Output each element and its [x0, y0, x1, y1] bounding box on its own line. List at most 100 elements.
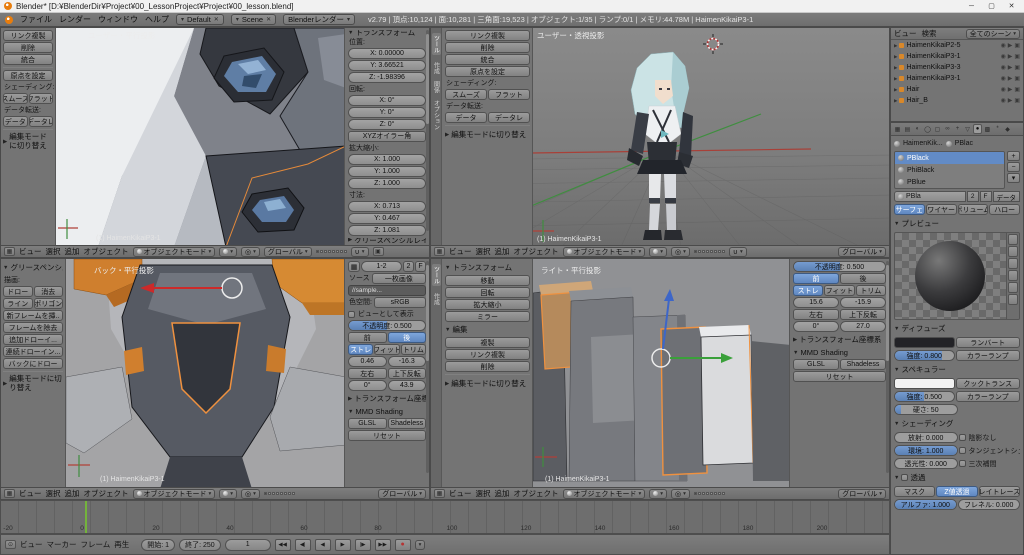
eye-icon[interactable]: ◉: [1000, 64, 1005, 71]
mode-dropdown[interactable]: オブジェクトモード ▾: [132, 246, 216, 257]
snap-dropdown[interactable]: ∪ ▾: [350, 246, 369, 257]
cubic-interpolation-checkbox[interactable]: 三次補間: [958, 458, 1021, 469]
selectable-icon[interactable]: ▶: [1008, 97, 1013, 104]
shade-flat-button[interactable]: フラット: [28, 93, 53, 104]
gp-additive-drawing-button[interactable]: 追加ドローイ...: [3, 334, 63, 345]
grease-pencil-panel-header[interactable]: ▶グリースペンシルレイ...: [348, 238, 426, 244]
shade-flat-button[interactable]: フラット: [488, 89, 530, 100]
shadeless-button[interactable]: Shadeless: [840, 359, 886, 370]
material-slot[interactable]: PBlue: [895, 176, 1004, 188]
image-users-count[interactable]: 2: [403, 261, 414, 272]
selectable-icon[interactable]: ▶: [1008, 86, 1013, 93]
menu-help[interactable]: ヘルプ: [145, 14, 169, 25]
stretch-toggle[interactable]: ストレ: [793, 285, 824, 296]
rotation-field[interactable]: 0°: [348, 380, 387, 391]
mirror-button[interactable]: ミラー: [445, 311, 530, 322]
gp-draw-on-back-button[interactable]: バックにドロー: [3, 358, 63, 369]
fresnel-slider[interactable]: フレネル: 0.000: [957, 499, 1020, 510]
menu-add[interactable]: 追加: [65, 246, 80, 257]
edit-mode-panel[interactable]: ▶ 編集モードに切り替え: [3, 374, 63, 393]
size-field[interactable]: 43.9: [387, 380, 426, 391]
viewport-shading-dropdown[interactable]: ▾: [219, 488, 238, 499]
transform-panel-header[interactable]: ▼ トランスフォーム: [445, 261, 530, 274]
preview-world-button[interactable]: [1008, 294, 1018, 305]
transform-orientations-panel[interactable]: ▶トランスフォーム座標系: [348, 392, 426, 405]
preview-monkey-button[interactable]: [1008, 270, 1018, 281]
jump-to-start-button[interactable]: ◀◀: [274, 538, 291, 551]
edit-panel-header[interactable]: ▼ 編集: [445, 323, 530, 336]
menu-add[interactable]: 追加: [495, 246, 510, 257]
previous-keyframe-button[interactable]: ◀|: [294, 538, 311, 551]
size-field[interactable]: 27.0: [840, 321, 886, 332]
menu-object[interactable]: オブジェクト: [84, 246, 129, 257]
tab-object-data[interactable]: ▽: [963, 124, 972, 134]
diffuse-shader-dropdown[interactable]: ランバート: [955, 337, 1020, 348]
tab-texture[interactable]: ▩: [983, 124, 992, 134]
grease-pencil-panel-header[interactable]: ▼グリースペンシル: [3, 261, 63, 274]
orientation-dropdown[interactable]: グローバル ▾: [378, 488, 426, 499]
shelf-tab-create[interactable]: 作成: [432, 293, 441, 305]
gp-continuous-drawing-button[interactable]: 連続ドローイン...: [3, 346, 63, 357]
tab-object[interactable]: ▢: [933, 124, 942, 134]
dimensions-y-field[interactable]: Y: 0.467: [348, 212, 426, 224]
delete-button[interactable]: 削除: [445, 361, 530, 372]
material-name-field[interactable]: PBla: [894, 191, 966, 202]
display-mode-dropdown[interactable]: 全てのシーン ▾: [965, 28, 1020, 39]
link-mode-dropdown[interactable]: データ: [992, 191, 1020, 202]
pivot-dropdown[interactable]: ◎ ▾: [241, 246, 260, 257]
menu-add[interactable]: 追加: [495, 488, 510, 499]
expand-icon[interactable]: ▶: [894, 87, 897, 93]
dimensions-x-field[interactable]: X: 0.713: [348, 200, 426, 212]
outliner-item[interactable]: ▶ HaimenKikaiP3-3 ◉ ▶ ▣: [891, 62, 1023, 73]
mmd-shading-panel[interactable]: ▼ MMD Shading: [348, 406, 426, 417]
scrollbar[interactable]: [426, 30, 429, 231]
menu-view[interactable]: ビュー: [894, 28, 917, 39]
shelf-tab-tools[interactable]: ツール: [431, 264, 441, 286]
glsl-button[interactable]: GLSL: [793, 359, 839, 370]
shelf-tab-options[interactable]: オプション: [432, 100, 441, 130]
eye-icon[interactable]: ◉: [1000, 86, 1005, 93]
current-frame-field[interactable]: 1: [224, 538, 271, 551]
menu-select[interactable]: 選択: [476, 246, 491, 257]
pivot-dropdown[interactable]: ◎ ▾: [241, 488, 260, 499]
editor-type-icon[interactable]: ▦: [434, 247, 445, 256]
duplicate-button[interactable]: 複製: [445, 337, 530, 348]
preview-flat-button[interactable]: [1008, 234, 1018, 245]
flip-horizontal-toggle[interactable]: 左右: [793, 309, 839, 320]
rotate-button[interactable]: 回転: [445, 287, 530, 298]
mmd-reset-button[interactable]: リセット: [348, 430, 426, 441]
data-layout-transfer-button[interactable]: データレ: [28, 116, 53, 127]
expand-icon[interactable]: ▶: [894, 76, 897, 82]
fit-toggle[interactable]: フィット: [374, 344, 400, 355]
render-visibility-icon[interactable]: ▣: [1014, 86, 1020, 93]
gp-new-frame-button[interactable]: 新フレームを挿..: [3, 310, 63, 321]
edit-mode-panel[interactable]: ▶ 編集モードに切り替え: [445, 377, 530, 390]
tab-world[interactable]: ◯: [923, 124, 932, 134]
viewport-canvas-mech-closeup[interactable]: ユーザー・平行投影 (1) HaimenKikaiP3-1: [56, 28, 346, 247]
gp-remove-frame-button[interactable]: フレームを除去: [3, 322, 63, 333]
screen-layout-selector[interactable]: ▾ Default ✕: [176, 14, 224, 25]
shelf-tab-tools[interactable]: ツール: [431, 33, 441, 55]
outliner-item[interactable]: ▶ HaimenKikaiP3-1 ◉ ▶ ▣: [891, 51, 1023, 62]
fake-user-button[interactable]: F: [979, 191, 992, 202]
scale-button[interactable]: 拡大縮小: [445, 299, 530, 310]
orientation-dropdown[interactable]: グローバル ▾: [838, 488, 886, 499]
pivot-dropdown[interactable]: ◎ ▾: [671, 246, 690, 257]
specular-shader-dropdown[interactable]: クックトランス: [955, 378, 1020, 389]
surface-type-button[interactable]: サーフェ: [894, 204, 925, 215]
diffuse-color-swatch[interactable]: [894, 337, 955, 348]
render-engine-selector[interactable]: Blenderレンダー ▾: [283, 14, 356, 25]
preview-panel-header[interactable]: ▼ プレビュー: [894, 217, 1020, 230]
menu-view[interactable]: ビュー: [19, 488, 42, 499]
expand-icon[interactable]: ▶: [894, 43, 897, 49]
scene-selector[interactable]: ▾ Scene ✕: [230, 14, 277, 25]
render-visibility-icon[interactable]: ▣: [1014, 75, 1020, 82]
blender-menu-icon[interactable]: [5, 15, 13, 24]
crop-toggle[interactable]: トリム: [400, 344, 426, 355]
scrollbar[interactable]: [426, 261, 429, 473]
join-button[interactable]: 統合: [3, 54, 53, 65]
translate-button[interactable]: 移動: [445, 275, 530, 286]
menu-object[interactable]: オブジェクト: [514, 246, 559, 257]
data-transfer-button[interactable]: データ: [3, 116, 28, 127]
shadeless-checkbox[interactable]: 陰影なし: [958, 432, 1021, 443]
